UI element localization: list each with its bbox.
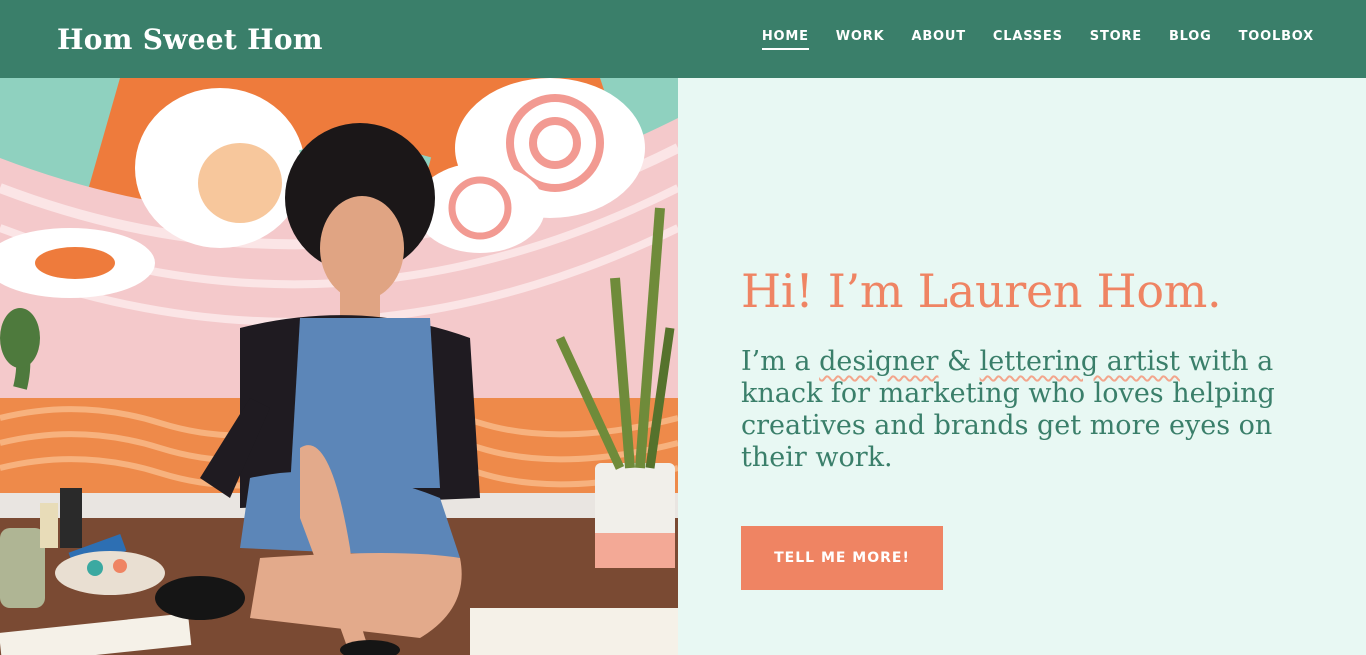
nav-store[interactable]: STORE (1090, 29, 1142, 50)
nav-about[interactable]: ABOUT (911, 29, 965, 50)
hero-section: Hi! I’m Lauren Hom. I’m a designer & let… (741, 78, 1301, 655)
hero-title: Hi! I’m Lauren Hom. (741, 264, 1222, 318)
highlight-designer: designer (819, 346, 939, 377)
tell-me-more-button[interactable]: TELL ME MORE! (741, 526, 943, 590)
main-nav: HOME WORK ABOUT CLASSES STORE BLOG TOOLB… (761, 29, 1314, 50)
hero-intro: I’m a designer & lettering artist with a… (741, 346, 1281, 474)
nav-blog[interactable]: BLOG (1169, 29, 1212, 50)
nav-classes[interactable]: CLASSES (993, 29, 1063, 50)
site-header: Hom Sweet Hom HOME WORK ABOUT CLASSES ST… (0, 0, 1366, 78)
intro-ampersand: & (938, 346, 980, 377)
highlight-lettering-artist: lettering artist (979, 346, 1180, 377)
nav-work[interactable]: WORK (836, 29, 885, 50)
nav-home[interactable]: HOME (761, 29, 809, 50)
nav-toolbox[interactable]: TOOLBOX (1239, 29, 1314, 50)
intro-prefix: I’m a (741, 346, 820, 377)
hero-photo (0, 78, 678, 655)
site-logo[interactable]: Hom Sweet Hom (57, 23, 323, 56)
